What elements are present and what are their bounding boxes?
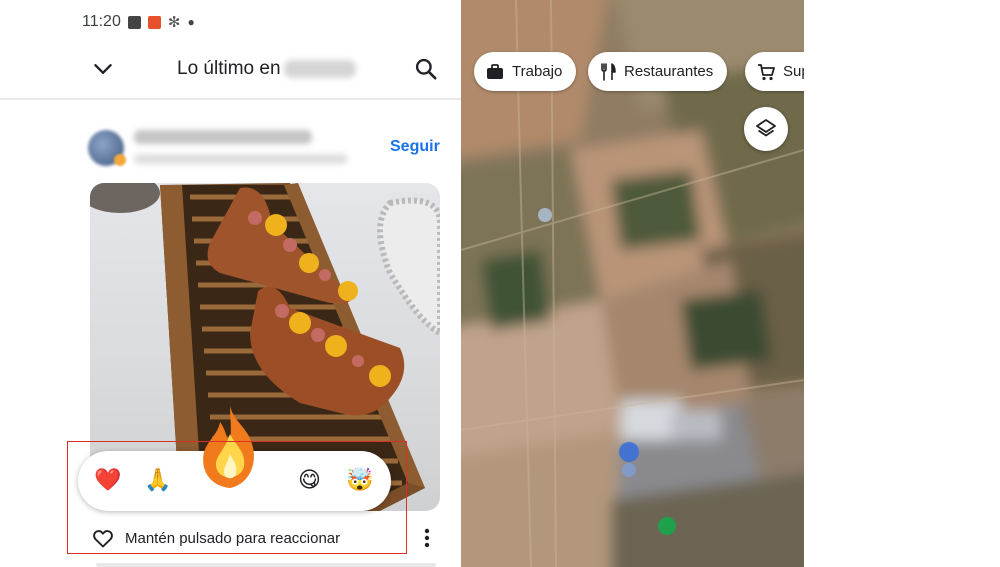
reaction-hint-row: Mantén pulsado para reaccionar [91,524,340,552]
chip-label: Sup [783,63,804,80]
more-notifications-icon: ● [187,15,195,29]
post-author-row: Seguir [68,112,461,178]
blurred-author-name [134,130,312,144]
mail-notification-icon [147,15,161,29]
fan-notification-icon: ✻ [167,13,181,31]
shopping-cart-icon [758,63,775,80]
chevron-down-icon[interactable] [90,56,116,82]
follow-button[interactable]: Seguir [390,138,440,156]
briefcase-icon [487,63,503,79]
phone-screen: 11:20 ✻ ● Lo último en Seguir ❤️ 🙏 😋 🤯 M… [0,0,461,567]
search-icon[interactable] [413,56,439,82]
chip-supermercados[interactable]: Sup [745,52,804,91]
local-guide-badge [114,154,126,166]
satellite-map[interactable]: Trabajo Restaurantes Sup [461,0,804,567]
chip-label: Trabajo [512,63,563,80]
chip-label: Restaurantes [624,63,714,80]
layers-button[interactable] [744,107,788,151]
app-header: Lo último en [0,40,461,100]
fork-knife-icon [601,62,616,81]
page-title: Lo último en [177,58,281,79]
heart-outline-icon[interactable] [91,526,115,550]
chip-trabajo[interactable]: Trabajo [474,52,577,91]
blurred-place-name [284,60,356,78]
layers-icon [756,119,776,137]
glass-dish [377,197,440,337]
blurred-author-meta [134,154,348,164]
gallery-notification-icon [127,15,141,29]
reaction-hint-text: Mantén pulsado para reaccionar [125,529,341,547]
status-bar: 11:20 ✻ ● [82,10,195,34]
next-card-edge [96,563,436,567]
status-time: 11:20 [82,13,121,30]
chip-restaurantes[interactable]: Restaurantes [588,52,728,91]
more-vert-icon[interactable] [416,525,438,551]
